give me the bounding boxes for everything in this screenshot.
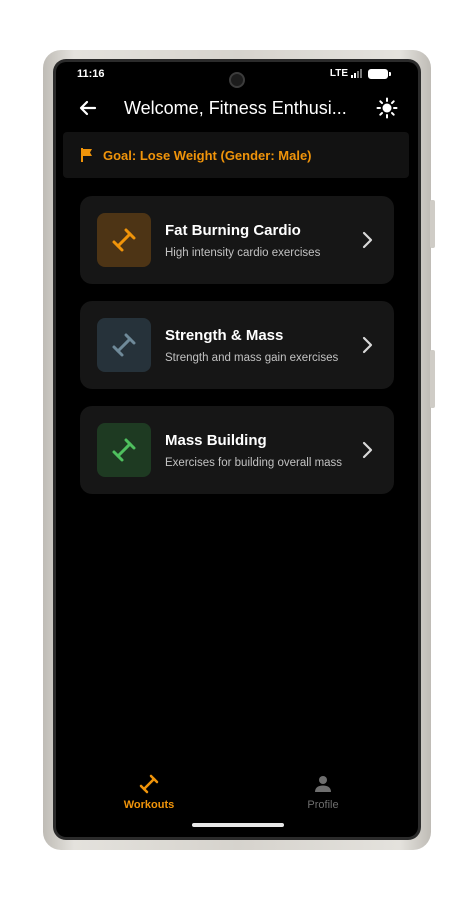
chevron-right-icon (362, 231, 373, 249)
goal-banner: Goal: Lose Weight (Gender: Male) (63, 132, 409, 178)
chevron-right-icon (362, 441, 373, 459)
front-camera (229, 72, 245, 88)
network-type: LTE (329, 68, 348, 79)
workout-card-mass-building[interactable]: Mass Building Exercises for building ove… (80, 406, 394, 494)
battery-icon (368, 68, 391, 79)
chevron-right-icon (362, 336, 373, 354)
dumbbell-icon (112, 228, 136, 252)
app-bar: Welcome, Fitness Enthusi... (56, 92, 418, 126)
card-subtitle: Exercises for building overall mass (165, 457, 343, 469)
dumbbell-icon (139, 774, 159, 794)
card-icon-box (97, 213, 151, 267)
card-title: Fat Burning Cardio (165, 222, 301, 239)
card-subtitle: High intensity cardio exercises (165, 247, 321, 259)
power-button (430, 350, 435, 408)
flag-icon (81, 148, 92, 162)
person-icon (315, 776, 331, 792)
status-time: 11:16 (77, 68, 105, 80)
workout-card-strength-mass[interactable]: Strength & Mass Strength and mass gain e… (80, 301, 394, 389)
card-subtitle: Strength and mass gain exercises (165, 352, 339, 364)
home-indicator[interactable] (192, 823, 284, 827)
nav-item-workouts[interactable]: Workouts (109, 773, 189, 811)
bottom-nav: Workouts Profile (56, 767, 418, 827)
back-arrow-icon[interactable] (78, 98, 98, 118)
phone-screen: 11:16 LTE Welcome, Fitness Enthusi... Go… (56, 62, 418, 837)
card-title: Strength & Mass (165, 327, 284, 344)
card-icon-box (97, 318, 151, 372)
goal-text: Goal: Lose Weight (Gender: Male) (103, 147, 312, 163)
volume-button (430, 200, 435, 248)
nav-label-profile: Profile (307, 799, 339, 811)
workout-card-fat-burning-cardio[interactable]: Fat Burning Cardio High intensity cardio… (80, 196, 394, 284)
signal-icon (351, 69, 362, 78)
status-bar: 11:16 LTE (56, 62, 418, 88)
status-indicators: LTE (329, 68, 391, 79)
nav-item-profile[interactable]: Profile (283, 773, 363, 811)
dumbbell-icon (112, 333, 136, 357)
page-title: Welcome, Fitness Enthusi... (124, 98, 347, 118)
card-icon-box (97, 423, 151, 477)
nav-label-workouts: Workouts (123, 799, 175, 811)
dumbbell-icon (112, 438, 136, 462)
card-title: Mass Building (165, 432, 267, 449)
sun-icon[interactable] (376, 97, 398, 119)
